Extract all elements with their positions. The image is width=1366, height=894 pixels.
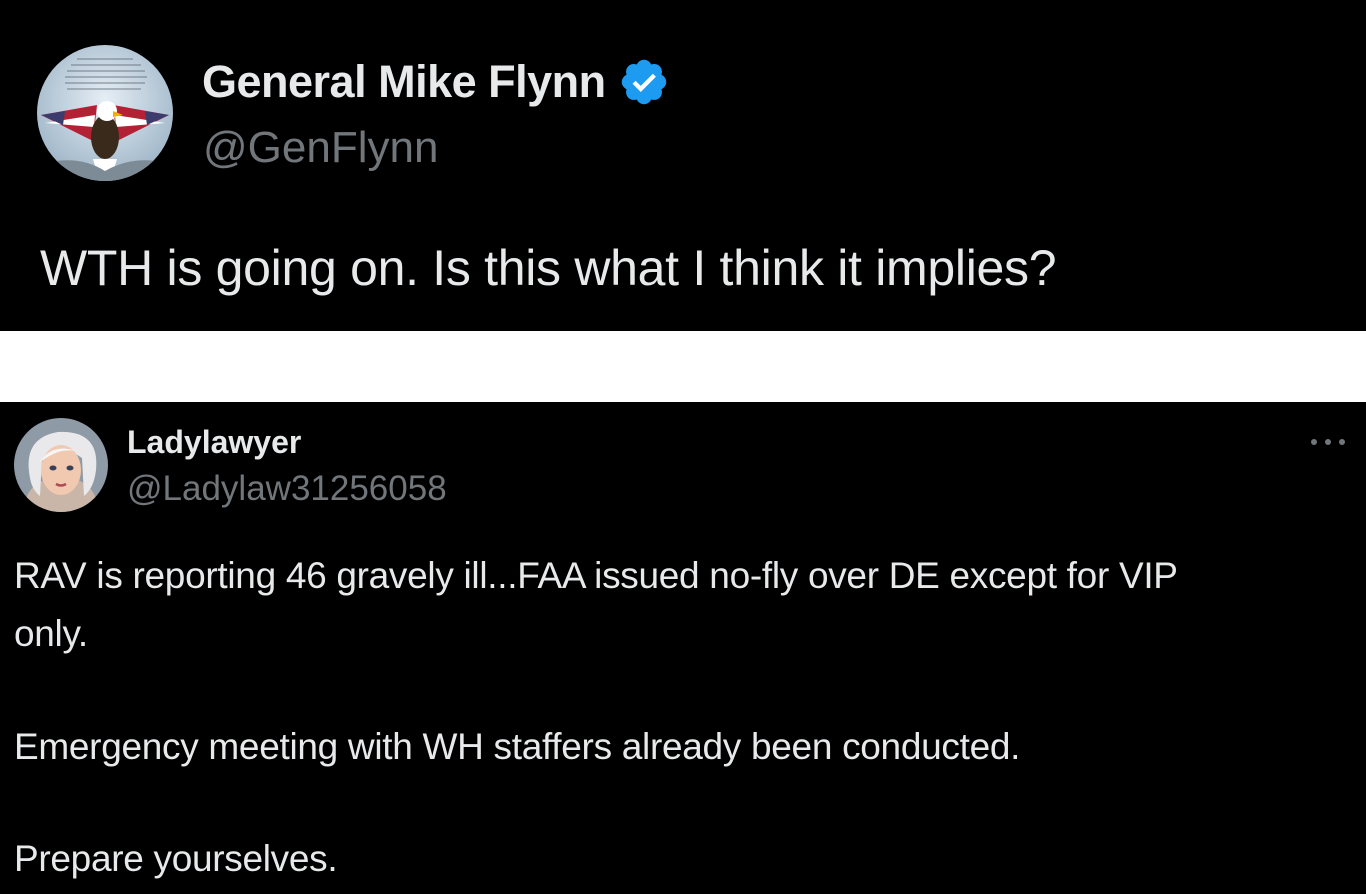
tweet-text-line: Emergency meeting with WH staffers alrea… bbox=[14, 726, 1021, 767]
tweet-text-line: Prepare yourselves. bbox=[14, 838, 338, 879]
avatar[interactable] bbox=[14, 418, 108, 512]
tweet-text-line: only. bbox=[14, 613, 88, 654]
display-name[interactable]: General Mike Flynn bbox=[202, 56, 606, 108]
more-options-icon bbox=[1311, 439, 1345, 445]
tweet-text: WTH is going on. Is this what I think it… bbox=[40, 240, 1057, 296]
woman-portrait-avatar-icon bbox=[14, 418, 108, 512]
avatar[interactable] bbox=[37, 45, 173, 181]
verified-badge-icon bbox=[618, 56, 670, 108]
eagle-flag-avatar-icon bbox=[37, 45, 173, 181]
tweet-text-line: RAV is reporting 46 gravely ill...FAA is… bbox=[14, 555, 1178, 596]
more-options-button[interactable] bbox=[1308, 430, 1348, 454]
user-handle[interactable]: @GenFlynn bbox=[203, 123, 438, 173]
user-handle[interactable]: @Ladylaw31256058 bbox=[127, 469, 447, 509]
author-row: General Mike Flynn bbox=[202, 54, 670, 110]
display-name[interactable]: Ladylawyer bbox=[127, 424, 301, 461]
